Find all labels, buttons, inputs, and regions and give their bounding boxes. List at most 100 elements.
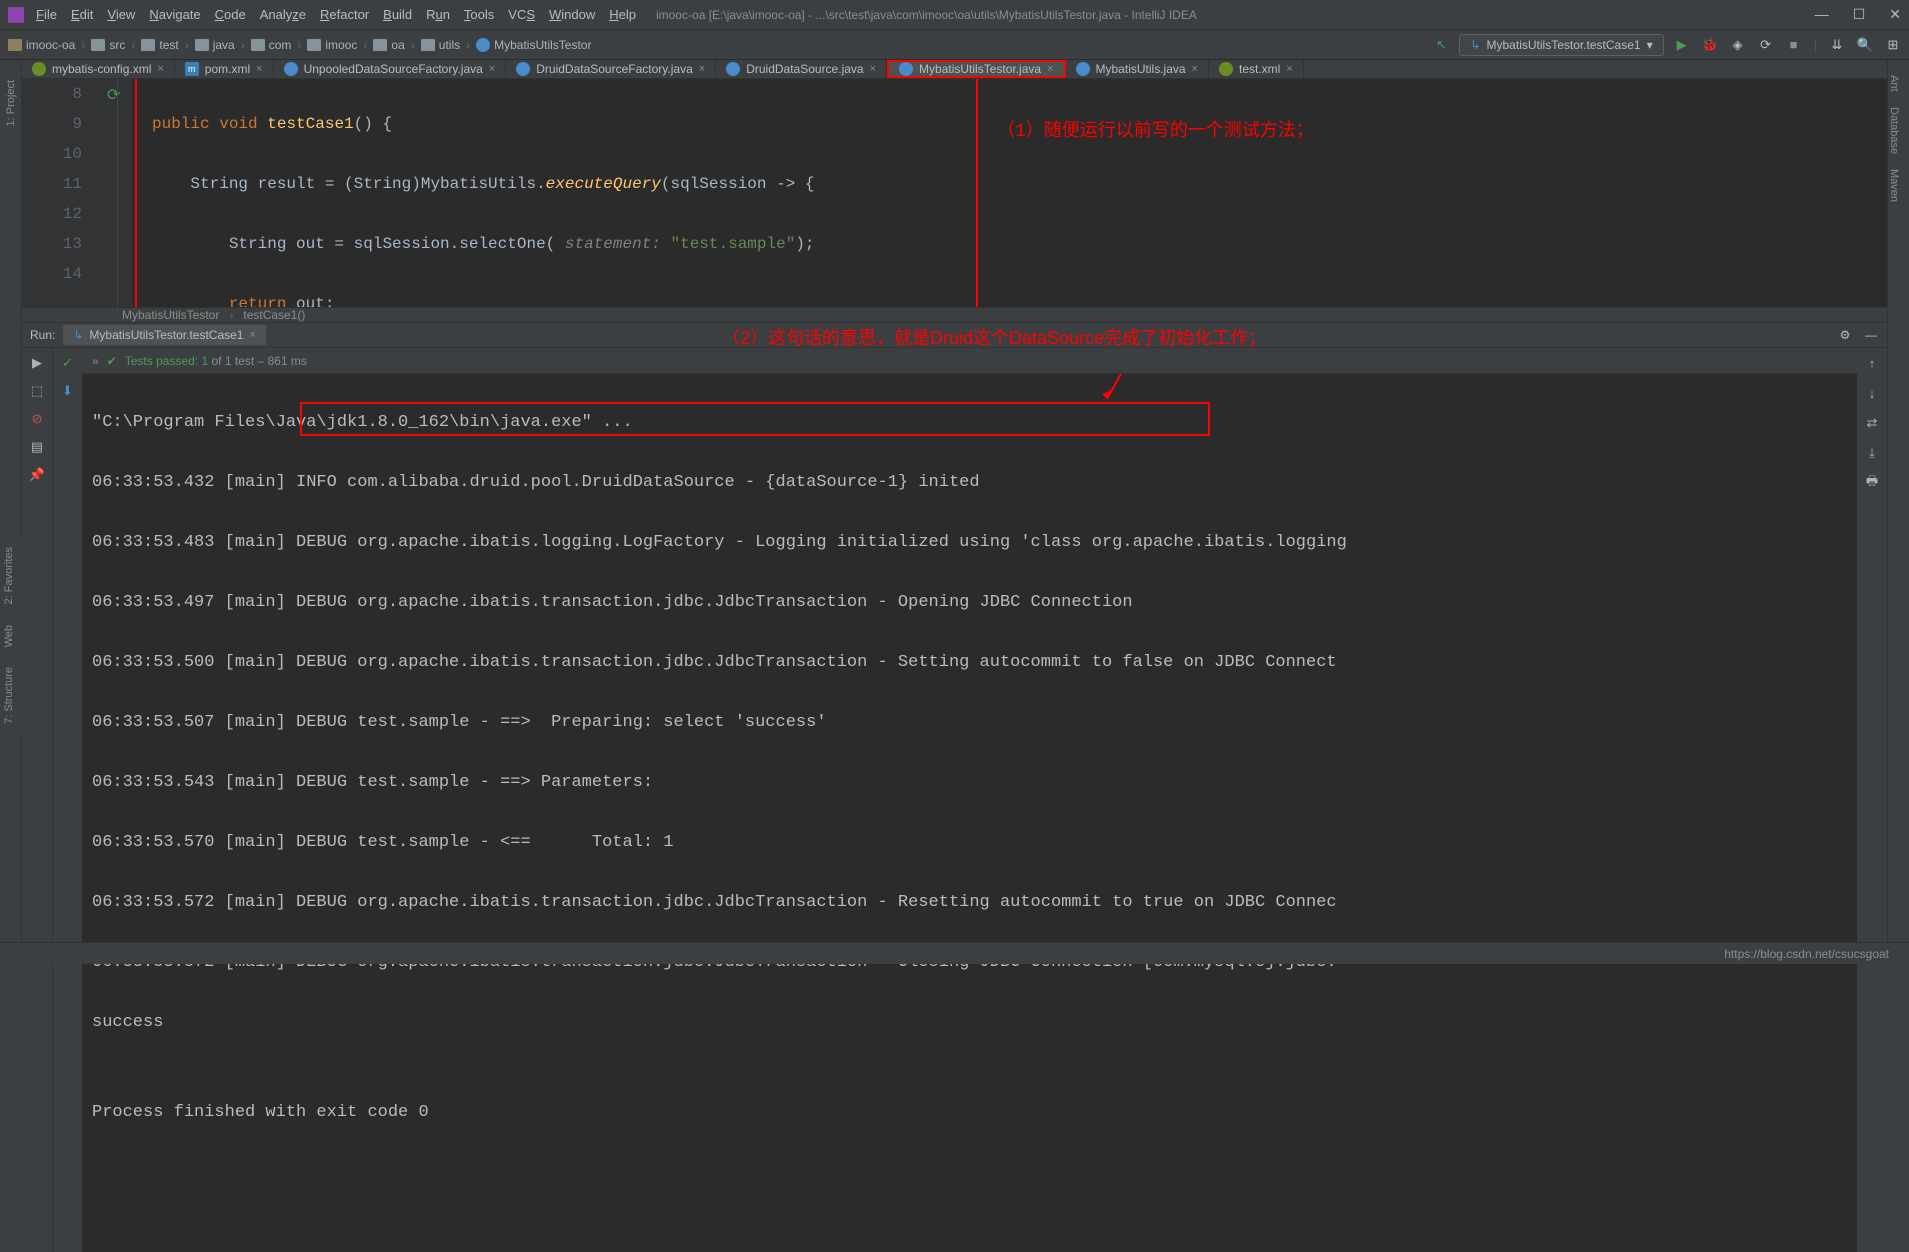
down-icon[interactable]: ↓ <box>1863 384 1881 402</box>
arrow-icon: » <box>92 354 99 368</box>
editor-tab[interactable]: MybatisUtils.java × <box>1066 60 1209 78</box>
menu-file[interactable]: File <box>36 7 57 22</box>
menu-refactor[interactable]: Refactor <box>320 7 369 22</box>
menu-navigate[interactable]: Navigate <box>149 7 200 22</box>
menu-help[interactable]: Help <box>609 7 636 22</box>
close-icon[interactable]: × <box>1192 63 1198 75</box>
sidebar-item-structure[interactable]: 7: Structure <box>0 657 18 734</box>
breadcrumb-item[interactable]: test <box>141 38 178 52</box>
menu-vcs[interactable]: VCS <box>508 7 535 22</box>
editor-tab-active[interactable]: MybatisUtilsTestor.java × <box>887 60 1065 78</box>
chevron-icon: › <box>229 308 233 322</box>
breadcrumb-method[interactable]: testCase1() <box>243 308 305 322</box>
maven-icon: m <box>185 62 199 76</box>
menu-view[interactable]: View <box>107 7 135 22</box>
editor-tab[interactable]: mybatis-config.xml × <box>22 60 175 78</box>
settings-icon[interactable]: ⚙ <box>1837 327 1853 343</box>
run-tab[interactable]: ↳ MybatisUtilsTestor.testCase1 × <box>63 325 266 345</box>
menu-edit[interactable]: Edit <box>71 7 93 22</box>
print-icon[interactable]: 🖶 <box>1863 474 1881 492</box>
close-icon[interactable]: × <box>1286 63 1292 75</box>
annotation-text-1: （1）随便运行以前写的一个测试方法； <box>997 117 1314 147</box>
run-gutter-icon[interactable]: ⟳ <box>107 81 120 111</box>
console-output[interactable]: "C:\Program Files\Java\jdk1.8.0_162\bin\… <box>82 374 1857 1252</box>
check-button[interactable]: ✓ <box>59 354 77 372</box>
editor-tab[interactable]: DruidDataSource.java × <box>716 60 887 78</box>
chevron-icon: › <box>81 38 85 52</box>
stop-button[interactable]: ■ <box>1786 37 1802 53</box>
maximize-button[interactable]: ☐ <box>1853 6 1866 23</box>
editor-tab[interactable]: UnpooledDataSourceFactory.java × <box>274 60 507 78</box>
close-button[interactable]: ✕ <box>1889 6 1901 23</box>
run-configuration-selector[interactable]: ↳ MybatisUtilsTestor.testCase1 ▾ <box>1459 34 1663 56</box>
breadcrumb-item[interactable]: oa <box>373 38 404 52</box>
scroll-icon[interactable]: ⤓ <box>1863 444 1881 462</box>
close-icon[interactable]: × <box>249 329 255 341</box>
breadcrumb-item[interactable]: MybatisUtilsTestor <box>476 38 591 52</box>
chevron-icon: › <box>185 38 189 52</box>
pin-button[interactable]: 📌 <box>28 466 46 484</box>
close-icon[interactable]: × <box>489 63 495 75</box>
arrow-icon: ↳ <box>1470 38 1480 52</box>
run-panel: Run: ↳ MybatisUtilsTestor.testCase1 × （2… <box>22 322 1887 1252</box>
sidebar-item-maven[interactable]: Maven <box>1888 169 1900 202</box>
profile-button[interactable]: ⟳ <box>1758 37 1774 53</box>
toggle-button[interactable]: ⬚ <box>28 382 46 400</box>
chevron-icon: › <box>466 38 470 52</box>
stop-button[interactable]: ⊘ <box>28 410 46 428</box>
rerun-button[interactable]: ▶ <box>28 354 46 372</box>
xml-icon <box>32 62 46 76</box>
build-icon[interactable]: ↖ <box>1433 37 1449 53</box>
sidebar-item-database[interactable]: Database <box>1888 107 1900 154</box>
app-icon <box>8 7 24 23</box>
breadcrumb-class[interactable]: MybatisUtilsTestor <box>122 308 219 322</box>
run-button[interactable]: ▶ <box>1674 37 1690 53</box>
menu-build[interactable]: Build <box>383 7 412 22</box>
test-status-bar: » ✔ Tests passed: 1 of 1 test – 861 ms <box>82 348 1857 374</box>
debug-button[interactable]: 🐞 <box>1702 37 1718 53</box>
settings-button[interactable]: ⊞ <box>1885 37 1901 53</box>
close-icon[interactable]: × <box>1047 63 1053 75</box>
vcs-button[interactable]: ⇊ <box>1829 37 1845 53</box>
close-icon[interactable]: × <box>699 63 705 75</box>
editor-tab[interactable]: DruidDataSourceFactory.java × <box>506 60 716 78</box>
search-button[interactable]: 🔍 <box>1857 37 1873 53</box>
menu-analyze[interactable]: Analyze <box>260 7 306 22</box>
toolbar-icons: ▶ 🐞 ◈ ⟳ ■ | ⇊ 🔍 ⊞ <box>1674 37 1901 53</box>
collapse-button[interactable]: ⬇ <box>59 382 77 400</box>
layout-button[interactable]: ▤ <box>28 438 46 456</box>
chevron-icon: › <box>131 38 135 52</box>
minimize-button[interactable]: — <box>1815 6 1829 23</box>
chevron-icon: › <box>241 38 245 52</box>
breadcrumb-item[interactable]: com <box>251 38 292 52</box>
sidebar-item-project[interactable]: 1: Project <box>5 80 17 126</box>
menu-run[interactable]: Run <box>426 7 450 22</box>
sidebar-item-favorites[interactable]: 2: Favorites <box>0 537 18 614</box>
close-icon[interactable]: × <box>870 63 876 75</box>
close-icon[interactable]: × <box>256 63 262 75</box>
close-icon[interactable]: × <box>157 63 163 75</box>
code-content[interactable]: public void testCase1() { String result … <box>132 79 1887 307</box>
editor-tab[interactable]: test.xml × <box>1209 60 1304 78</box>
breadcrumb-item[interactable]: imooc <box>307 38 357 52</box>
breadcrumb-item[interactable]: imooc-oa <box>8 38 75 52</box>
folder-icon <box>141 39 155 51</box>
coverage-button[interactable]: ◈ <box>1730 37 1746 53</box>
main-menu: File Edit View Navigate Code Analyze Ref… <box>36 7 636 22</box>
menu-code[interactable]: Code <box>215 7 246 22</box>
sidebar-item-ant[interactable]: Ant <box>1888 75 1900 92</box>
editor-tab[interactable]: m pom.xml × <box>175 60 274 78</box>
menu-window[interactable]: Window <box>549 7 595 22</box>
xml-icon <box>1219 62 1233 76</box>
breadcrumb-item[interactable]: src <box>91 38 125 52</box>
run-toolbar-left: ▶ ⬚ ⊘ ▤ 📌 <box>22 348 52 1252</box>
up-icon[interactable]: ↑ <box>1863 354 1881 372</box>
wrap-icon[interactable]: ⇄ <box>1863 414 1881 432</box>
minimize-icon[interactable]: — <box>1863 327 1879 343</box>
code-editor[interactable]: 8 9 10 11 12 13 14 ⟳ public void testCas… <box>22 79 1887 307</box>
java-icon <box>516 62 530 76</box>
breadcrumb-item[interactable]: utils <box>421 38 460 52</box>
sidebar-item-web[interactable]: Web <box>0 615 18 657</box>
menu-tools[interactable]: Tools <box>464 7 494 22</box>
breadcrumb-item[interactable]: java <box>195 38 235 52</box>
